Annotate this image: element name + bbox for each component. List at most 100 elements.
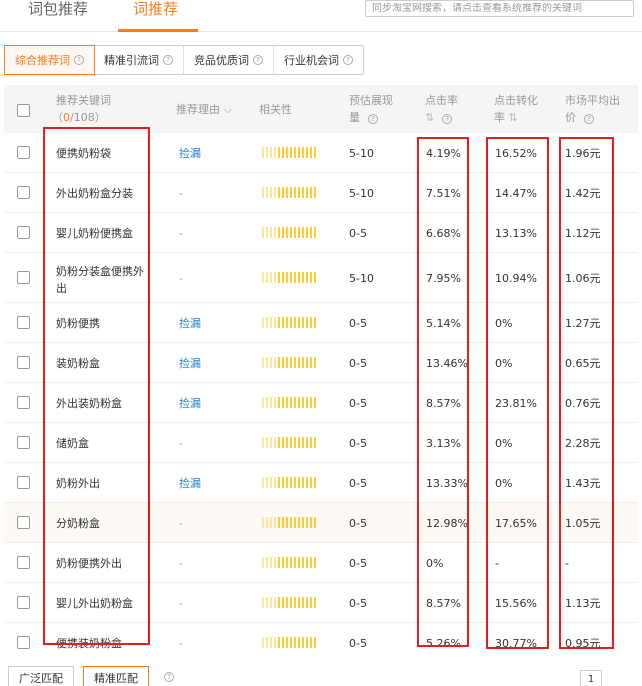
reason-cell[interactable]: 捡漏 <box>179 315 201 332</box>
row-checkbox[interactable] <box>17 146 30 159</box>
question-circle-icon[interactable]: ? <box>74 55 84 65</box>
row-checkbox[interactable] <box>17 436 30 449</box>
keyword-cell: 外出装奶粉盒 <box>56 397 122 410</box>
row-checkbox[interactable] <box>17 271 30 284</box>
ctr-cell: 6.68% <box>426 227 461 240</box>
filter-tab-precise-traffic[interactable]: 精准引流词 ? <box>94 46 184 74</box>
ctr-cell: 7.95% <box>426 272 461 285</box>
impression-cell: 0-5 <box>349 557 367 570</box>
header-cvr: 点击转化 <box>494 94 538 107</box>
count-selected: 0 <box>63 111 70 124</box>
chevron-down-icon: ⌵ <box>223 103 232 116</box>
sort-icon[interactable]: ⇅ <box>425 111 434 124</box>
table-row[interactable]: 奶粉便携外出 - 0-5 0% - - <box>4 543 638 583</box>
header-impression: 预估展现 <box>349 94 393 107</box>
table-row[interactable]: 装奶粉盒 捡漏 0-5 13.46% 0% 0.65元 <box>4 343 638 383</box>
price-cell: 1.06元 <box>565 272 601 285</box>
table-row[interactable]: 外出装奶粉盒 捡漏 0-5 8.57% 23.81% 0.76元 <box>4 383 638 423</box>
header-reason[interactable]: 推荐理由 ⌵ <box>176 101 232 118</box>
row-checkbox[interactable] <box>17 636 30 649</box>
header-price: 市场平均出 <box>565 94 620 107</box>
row-checkbox[interactable] <box>17 396 30 409</box>
question-circle-icon[interactable]: ? <box>368 114 378 124</box>
question-circle-icon[interactable]: ? <box>584 114 594 124</box>
cvr-cell: 15.56% <box>495 597 537 610</box>
ctr-cell: 12.98% <box>426 517 468 530</box>
reason-cell[interactable]: 捡漏 <box>179 145 201 162</box>
active-tab-indicator <box>118 29 198 32</box>
header-cvr-2: 率 ⇅ <box>494 109 518 126</box>
cvr-cell: 13.13% <box>495 227 537 240</box>
filter-tab-label: 行业机会词 <box>284 54 339 67</box>
count-open: （ <box>52 111 63 124</box>
row-checkbox[interactable] <box>17 186 30 199</box>
table-row[interactable]: 储奶盒 - 0-5 3.13% 0% 2.28元 <box>4 423 638 463</box>
header-ctr-icons: ⇅? <box>425 109 453 126</box>
filter-tab-label: 综合推荐词 <box>15 54 70 67</box>
broad-match-button[interactable]: 广泛匹配 <box>8 666 74 686</box>
row-checkbox[interactable] <box>17 356 30 369</box>
question-circle-icon[interactable]: ? <box>163 55 173 65</box>
filter-tab-competitor-quality[interactable]: 竞品优质词 ? <box>184 46 274 74</box>
page-number-button[interactable]: 1 <box>580 670 602 686</box>
keyword-cell: 奶粉便携外出 <box>56 557 122 570</box>
filter-tab-comprehensive[interactable]: 综合推荐词 ? <box>4 45 95 75</box>
sort-icon[interactable]: ⇅ <box>509 111 518 124</box>
reason-cell: - <box>179 187 183 200</box>
price-cell: - <box>565 557 569 570</box>
table-row[interactable]: 奶粉外出 捡漏 0-5 13.33% 0% 1.43元 <box>4 463 638 503</box>
table-row[interactable]: 便携奶粉袋 捡漏 5-10 4.19% 16.52% 1.96元 <box>4 133 638 173</box>
filter-tab-industry-opportunity[interactable]: 行业机会词 ? <box>274 46 363 74</box>
cvr-cell: 23.81% <box>495 397 537 410</box>
question-circle-icon[interactable]: ? <box>343 55 353 65</box>
ctr-cell: 7.51% <box>426 187 461 200</box>
question-circle-icon[interactable]: ? <box>164 672 174 682</box>
reason-cell[interactable]: 捡漏 <box>179 395 201 412</box>
cvr-cell: 0% <box>495 477 513 490</box>
row-checkbox[interactable] <box>17 226 30 239</box>
row-checkbox[interactable] <box>17 556 30 569</box>
keyword-cell: 外出奶粉盒分装 <box>56 187 133 200</box>
reason-cell[interactable]: 捡漏 <box>179 355 201 372</box>
exact-match-button[interactable]: 精准匹配 <box>83 666 149 686</box>
ctr-cell: 8.57% <box>426 597 461 610</box>
reason-cell: - <box>179 227 183 240</box>
tab-keyword-package[interactable]: 词包推荐 <box>28 0 88 18</box>
cvr-cell: 16.52% <box>495 147 537 160</box>
row-checkbox[interactable] <box>17 516 30 529</box>
row-checkbox[interactable] <box>17 316 30 329</box>
ctr-cell: 13.46% <box>426 357 468 370</box>
row-checkbox[interactable] <box>17 596 30 609</box>
impression-cell: 5-10 <box>349 147 374 160</box>
impression-cell: 0-5 <box>349 517 367 530</box>
ctr-cell: 3.13% <box>426 437 461 450</box>
question-circle-icon[interactable]: ? <box>253 55 263 65</box>
impression-cell: 0-5 <box>349 227 367 240</box>
relevance-bars <box>262 517 316 528</box>
table-row[interactable]: 分奶粉盒 - 0-5 12.98% 17.65% 1.05元 <box>4 503 638 543</box>
row-checkbox[interactable] <box>17 476 30 489</box>
table-row[interactable]: 婴儿奶粉便携盒 - 0-5 6.68% 13.13% 1.12元 <box>4 213 638 253</box>
table-row[interactable]: 外出奶粉盒分装 - 5-10 7.51% 14.47% 1.42元 <box>4 173 638 213</box>
relevance-bars <box>262 187 316 198</box>
table-row[interactable]: 奶粉便携 捡漏 0-5 5.14% 0% 1.27元 <box>4 303 638 343</box>
keyword-cell: 婴儿外出奶粉盒 <box>56 597 133 610</box>
table-row[interactable]: 婴儿外出奶粉盒 - 0-5 8.57% 15.56% 1.13元 <box>4 583 638 623</box>
table-row[interactable]: 奶粉分装盒便携外出 - 5-10 7.95% 10.94% 1.06元 <box>4 253 638 303</box>
ctr-cell: 5.26% <box>426 637 461 650</box>
select-all-checkbox[interactable] <box>17 104 30 117</box>
table-header: 推荐关键词 （0/108） 推荐理由 ⌵ 相关性 预估展现 量? 点击率 ⇅? … <box>4 85 638 133</box>
tab-keyword-recommend[interactable]: 词推荐 <box>133 0 178 18</box>
impression-cell: 0-5 <box>349 477 367 490</box>
cvr-cell: - <box>495 557 499 570</box>
price-cell: 1.27元 <box>565 317 601 330</box>
table-row[interactable]: 便携装奶粉盒 - 0-5 5.26% 30.77% 0.95元 <box>4 623 638 655</box>
reason-cell[interactable]: 捡漏 <box>179 475 201 492</box>
search-input[interactable] <box>372 3 633 14</box>
header-keyword: 推荐关键词 <box>56 94 111 107</box>
search-box[interactable] <box>365 0 634 17</box>
price-cell: 2.28元 <box>565 437 601 450</box>
question-circle-icon[interactable]: ? <box>442 114 453 124</box>
bottom-bar: 广泛匹配 精准匹配 ? 1 <box>0 662 642 686</box>
keyword-cell: 分奶粉盒 <box>56 517 100 530</box>
